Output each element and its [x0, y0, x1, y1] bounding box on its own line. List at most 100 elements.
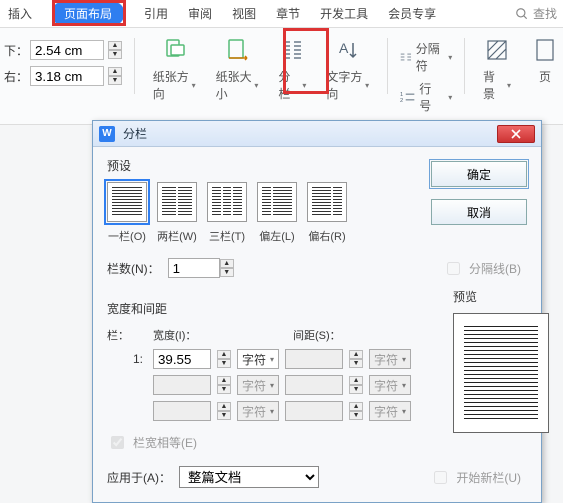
tab-devtools[interactable]: 开发工具	[320, 5, 368, 22]
separator	[134, 38, 135, 94]
textdir-group[interactable]: A 文字方向▾	[320, 34, 375, 102]
equal-width-checkbox: 栏宽相等(E)	[107, 433, 433, 452]
preset-one-column[interactable]: 一栏(O)	[107, 182, 147, 244]
linenum-label: 行号	[419, 80, 442, 114]
breaks-icon	[400, 50, 412, 64]
columns-dialog: W 分栏 预设 一栏(O) 两栏(W)	[92, 120, 542, 503]
app-icon: W	[99, 126, 115, 142]
separator-line-input	[447, 262, 460, 275]
margin-right-input[interactable]	[30, 66, 104, 86]
breaks-label: 分隔符	[416, 40, 443, 74]
spacing-head: 间距(S)：	[293, 327, 433, 343]
dialog-titlebar[interactable]: W 分栏	[93, 121, 541, 147]
orientation-label: 纸张方向	[153, 68, 190, 102]
linenum-button[interactable]: 12 行号▾	[400, 80, 452, 114]
tab-vip[interactable]: 会员专享	[388, 5, 436, 22]
svg-text:A: A	[339, 40, 349, 56]
text-direction-icon: A	[334, 36, 362, 64]
ok-button[interactable]: 确定	[431, 161, 527, 187]
width-spacing-section: 宽度和间距 栏： 宽度(I)： 间距(S)： 1: ▲▼ 字符▾	[107, 300, 433, 452]
margin-bottom-label: 下：	[4, 42, 26, 59]
columns-count-label: 栏数(N)：	[107, 260, 160, 277]
tab-insert[interactable]: 插入	[8, 5, 32, 22]
preset-three-columns[interactable]: 三栏(T)	[207, 182, 247, 244]
preset-label: 偏右(R)	[308, 228, 345, 244]
width-spacing-label: 宽度和间距	[107, 300, 433, 317]
separator	[387, 38, 388, 94]
tab-review[interactable]: 审阅	[188, 5, 212, 22]
tab-view[interactable]: 视图	[232, 5, 256, 22]
row2-spacing-spinner: ▲▼	[349, 376, 363, 394]
search-icon	[515, 7, 529, 21]
row1-width-input[interactable]	[153, 349, 211, 369]
svg-text:2: 2	[400, 98, 403, 104]
preset-thumb	[257, 182, 297, 222]
breaks-group: 分隔符 ▾ 12 行号▾	[400, 40, 452, 114]
preset-section-label: 预设	[107, 157, 347, 174]
row1-spacing-spinner: ▲▼	[349, 350, 363, 368]
columns-label: 分栏	[278, 68, 300, 102]
close-icon	[510, 129, 522, 139]
row1-spacing-input	[285, 349, 343, 369]
ws-row-1: 1: ▲▼ 字符▾ ▲▼ 字符▾	[107, 349, 433, 369]
tab-chapter[interactable]: 章节	[276, 5, 300, 22]
dialog-title: 分栏	[123, 125, 147, 142]
new-column-input	[434, 471, 447, 484]
page-group[interactable]: 页	[525, 34, 559, 85]
row2-spacing-unit: 字符▾	[369, 375, 411, 395]
size-group[interactable]: 纸张大小▾	[210, 34, 265, 102]
close-button[interactable]	[497, 125, 535, 143]
margin-bottom-input[interactable]	[30, 40, 104, 60]
margin-group: 下： ▲▼ 右： ▲▼	[4, 40, 122, 86]
chevron-down-icon: ▾	[365, 81, 369, 90]
row3-width-spinner: ▲▼	[217, 402, 231, 420]
row1-index: 1:	[107, 352, 147, 366]
equal-width-input	[111, 436, 124, 449]
new-column-label: 开始新栏(U)	[456, 469, 521, 486]
chevron-down-icon: ▾	[192, 81, 196, 90]
row3-width-input	[153, 401, 211, 421]
columns-group[interactable]: 分栏▾	[272, 34, 312, 102]
row3-spacing-unit: 字符▾	[369, 401, 411, 421]
margin-bottom-spinner[interactable]: ▲▼	[108, 41, 122, 59]
row1-width-spinner[interactable]: ▲▼	[217, 350, 231, 368]
row3-spacing-input	[285, 401, 343, 421]
ws-row-2: ▲▼ 字符▾ ▲▼ 字符▾	[107, 375, 433, 395]
background-icon	[483, 36, 511, 64]
tab-references[interactable]: 引用	[144, 5, 168, 22]
search-button[interactable]: 查找	[515, 5, 563, 22]
preset-left[interactable]: 偏左(L)	[257, 182, 297, 244]
chevron-down-icon: ▾	[507, 81, 511, 90]
preset-thumb	[107, 182, 147, 222]
preset-two-columns[interactable]: 两栏(W)	[157, 182, 197, 244]
preset-area: 预设 一栏(O) 两栏(W) 三栏(T)	[107, 157, 347, 244]
tab-page-layout[interactable]: 页面布局	[52, 2, 124, 25]
background-label: 背景	[483, 68, 505, 102]
apply-label: 应用于(A)：	[107, 469, 171, 486]
apply-select[interactable]: 整篇文档	[179, 466, 319, 488]
columns-count-spinner[interactable]: ▲▼	[220, 259, 234, 277]
preset-thumb	[307, 182, 347, 222]
chevron-down-icon: ▾	[448, 53, 452, 62]
chevron-down-icon: ▾	[302, 81, 306, 90]
dialog-body: 预设 一栏(O) 两栏(W) 三栏(T)	[93, 147, 541, 502]
orientation-group[interactable]: 纸张方向▾	[147, 34, 202, 102]
row1-width-unit[interactable]: 字符▾	[237, 349, 279, 369]
margin-right-spinner[interactable]: ▲▼	[108, 67, 122, 85]
cancel-button[interactable]: 取消	[431, 199, 527, 225]
breaks-button[interactable]: 分隔符 ▾	[400, 40, 452, 74]
equal-width-label: 栏宽相等(E)	[133, 434, 197, 451]
columns-count-input[interactable]	[168, 258, 220, 278]
preset-right[interactable]: 偏右(R)	[307, 182, 347, 244]
ribbon-body: 下： ▲▼ 右： ▲▼ 纸张方向▾ 纸张大小▾ 分栏▾ A 文字方向▾	[0, 28, 563, 125]
search-label: 查找	[533, 5, 557, 22]
page-size-icon	[223, 36, 251, 64]
ws-row-3: ▲▼ 字符▾ ▲▼ 字符▾	[107, 401, 433, 421]
row2-width-unit: 字符▾	[237, 375, 279, 395]
preset-thumb	[207, 182, 247, 222]
columns-icon	[278, 36, 306, 64]
row3-spacing-spinner: ▲▼	[349, 402, 363, 420]
row2-spacing-input	[285, 375, 343, 395]
background-group[interactable]: 背景▾	[477, 34, 517, 102]
chevron-down-icon: ▾	[254, 81, 258, 90]
